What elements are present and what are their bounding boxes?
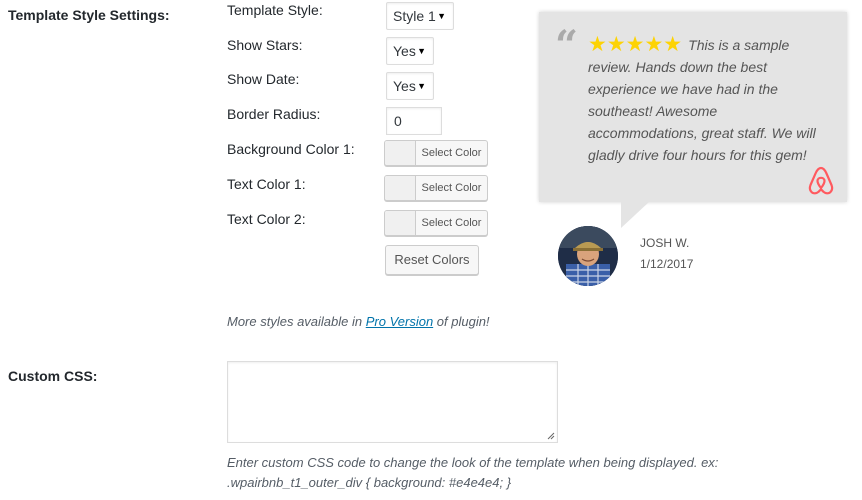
select-color-button[interactable]: Select Color bbox=[416, 176, 487, 200]
custom-css-help-line-1: Enter custom CSS code to change the look… bbox=[227, 455, 719, 470]
avatar-photo bbox=[558, 226, 618, 286]
color-swatch bbox=[385, 211, 416, 235]
text-color-1-picker[interactable]: Select Color bbox=[384, 175, 488, 201]
resize-handle-icon[interactable] bbox=[547, 432, 555, 440]
template-style-value: Style 1 bbox=[393, 8, 436, 24]
reviewer-avatar bbox=[558, 226, 618, 286]
color-swatch bbox=[385, 141, 416, 165]
show-stars-label: Show Stars: bbox=[227, 37, 303, 53]
reset-colors-button[interactable]: Reset Colors bbox=[385, 245, 479, 275]
text-color-2-label: Text Color 2: bbox=[227, 211, 306, 227]
more-styles-text-before: More styles available in bbox=[227, 314, 366, 329]
reviewer-name: JOSH W. bbox=[640, 236, 690, 250]
chevron-down-icon: ▼ bbox=[437, 11, 446, 21]
show-date-value: Yes bbox=[393, 78, 416, 94]
more-styles-note: More styles available in Pro Version of … bbox=[227, 314, 490, 329]
review-text: ★★★★★ This is a sample review. Hands down… bbox=[588, 34, 828, 166]
quote-icon: “ bbox=[555, 22, 579, 69]
review-body: This is a sample review. Hands down the … bbox=[588, 37, 816, 163]
text-color-1-label: Text Color 1: bbox=[227, 176, 306, 192]
select-color-button[interactable]: Select Color bbox=[416, 141, 487, 165]
select-color-button[interactable]: Select Color bbox=[416, 211, 487, 235]
background-color-1-label: Background Color 1: bbox=[227, 141, 355, 157]
custom-css-label: Custom CSS: bbox=[8, 368, 98, 384]
custom-css-textarea[interactable] bbox=[227, 361, 558, 443]
show-date-label: Show Date: bbox=[227, 71, 300, 87]
border-radius-input[interactable]: 0 bbox=[386, 107, 442, 135]
review-date: 1/12/2017 bbox=[640, 257, 694, 271]
show-date-select[interactable]: Yes ▼ bbox=[386, 72, 434, 100]
pro-version-link[interactable]: Pro Version bbox=[366, 314, 433, 329]
text-color-2-picker[interactable]: Select Color bbox=[384, 210, 488, 236]
airbnb-icon bbox=[808, 166, 834, 195]
background-color-1-picker[interactable]: Select Color bbox=[384, 140, 488, 166]
template-style-select[interactable]: Style 1 ▼ bbox=[386, 2, 454, 30]
star-rating: ★★★★★ bbox=[588, 33, 683, 56]
template-style-settings-label: Template Style Settings: bbox=[8, 7, 170, 23]
review-pointer bbox=[621, 202, 649, 228]
chevron-down-icon: ▼ bbox=[417, 46, 426, 56]
border-radius-label: Border Radius: bbox=[227, 106, 321, 122]
show-stars-select[interactable]: Yes ▼ bbox=[386, 37, 434, 65]
custom-css-help-line-2: .wpairbnb_t1_outer_div { background: #e4… bbox=[227, 475, 512, 490]
show-stars-value: Yes bbox=[393, 43, 416, 59]
more-styles-text-after: of plugin! bbox=[433, 314, 490, 329]
chevron-down-icon: ▼ bbox=[417, 81, 426, 91]
template-style-label: Template Style: bbox=[227, 2, 323, 18]
color-swatch bbox=[385, 176, 416, 200]
